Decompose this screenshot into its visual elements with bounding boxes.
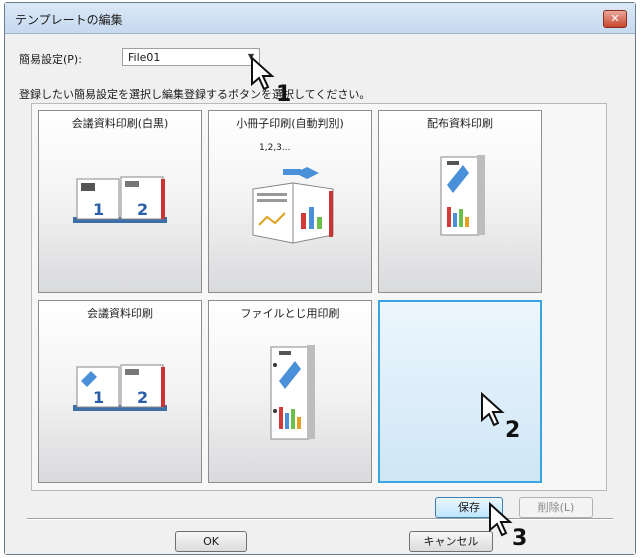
close-button[interactable]: ✕	[603, 10, 627, 28]
preset-dropdown[interactable]: File01 ▼	[122, 48, 260, 66]
tile-label: ファイルとじ用印刷	[240, 307, 340, 320]
instruction-text: 登録したい簡易設定を選択し編集登録するボタンを選択してください。	[19, 88, 371, 101]
booklet-icon	[252, 167, 334, 244]
close-icon: ✕	[610, 12, 620, 25]
delete-button[interactable]: 削除(L)	[519, 497, 593, 518]
separator	[27, 518, 613, 520]
window-title: テンプレートの編集	[15, 13, 123, 27]
cursor-arrow-icon	[481, 392, 505, 427]
ok-button[interactable]: OK	[175, 531, 247, 552]
preset-dropdown-value: File01	[128, 51, 161, 64]
template-tile-empty-selected[interactable]	[378, 300, 542, 483]
svg-text:2: 2	[137, 200, 148, 219]
svg-text:2: 2	[137, 388, 148, 407]
callout-number: 2	[505, 418, 521, 443]
cursor-arrow-icon	[489, 502, 513, 537]
template-tile-booklet[interactable]: 小冊子印刷(自動判別) 1,2,3...	[208, 110, 372, 293]
preset-label: 簡易設定(P):	[19, 53, 82, 66]
title-bar: テンプレートの編集 ✕	[5, 3, 635, 34]
dialog-body: 簡易設定(P): File01 ▼ 登録したい簡易設定を選択し編集登録するボタン…	[5, 34, 635, 554]
cursor-arrow-icon	[251, 56, 275, 91]
template-tile-handout[interactable]: 配布資料印刷	[378, 110, 542, 293]
meeting-document-icon: 1 2	[73, 176, 167, 223]
svg-text:1: 1	[93, 388, 104, 407]
svg-text:1: 1	[93, 200, 104, 219]
template-tile-binding[interactable]: ファイルとじ用印刷	[208, 300, 372, 483]
template-tile-meeting[interactable]: 会議資料印刷 1 2	[38, 300, 202, 483]
tile-label: 会議資料印刷(白黒)	[71, 117, 169, 130]
template-grid: 会議資料印刷(白黒) 1 2 小冊子印刷(自動判別) 1,2,3... 配布資料…	[31, 103, 607, 491]
tile-label: 小冊子印刷(自動判別)	[236, 117, 344, 130]
page-order-counter: 1,2,3...	[259, 143, 291, 153]
template-edit-dialog: テンプレートの編集 ✕ 簡易設定(P): File01 ▼ 登録したい簡易設定を…	[4, 2, 636, 555]
cancel-button[interactable]: キャンセル	[409, 531, 493, 552]
tile-label: 配布資料印刷	[427, 117, 493, 130]
template-tile-meeting-mono[interactable]: 会議資料印刷(白黒) 1 2	[38, 110, 202, 293]
meeting-document-color-icon: 1 2	[73, 364, 167, 411]
binding-document-icon	[270, 345, 315, 440]
handout-icon	[440, 155, 485, 236]
callout-number: 3	[512, 526, 528, 551]
tile-label: 会議資料印刷	[87, 307, 153, 320]
callout-number: 1	[276, 82, 292, 107]
